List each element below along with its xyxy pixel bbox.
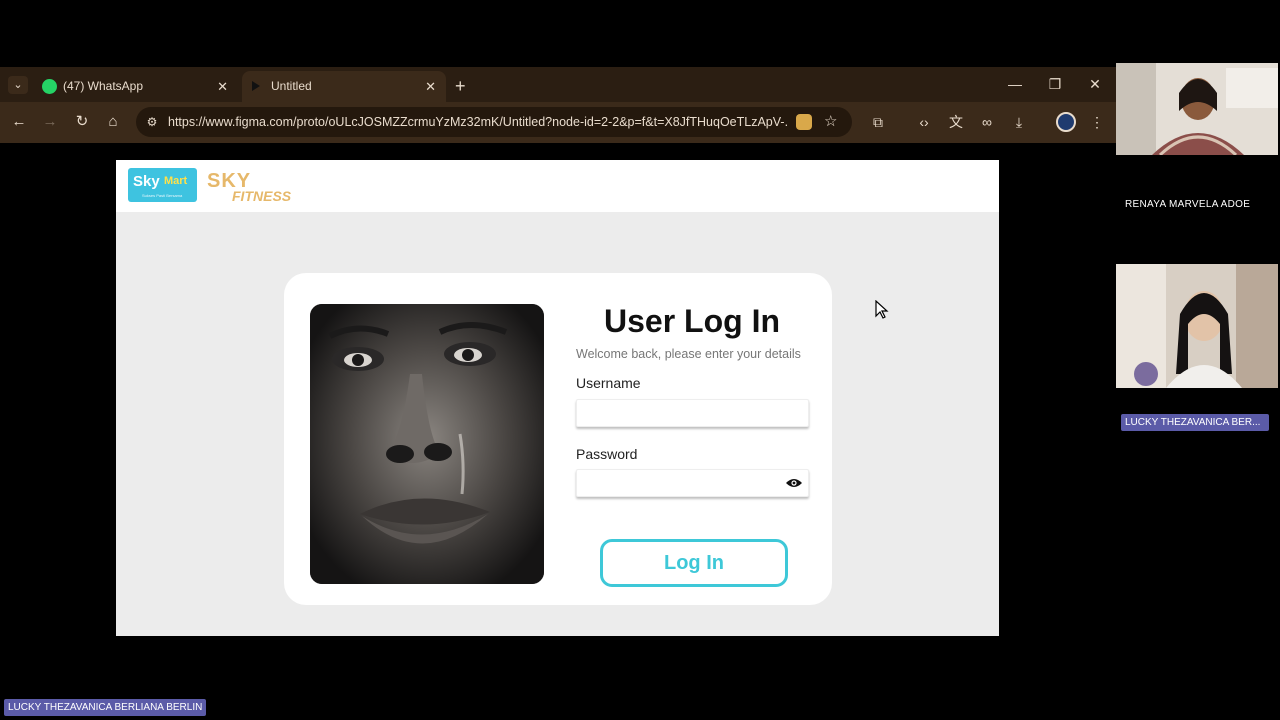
subtitle: Welcome back, please enter your details (576, 347, 801, 361)
site-info-icon[interactable]: ⚙ (144, 114, 160, 130)
tab-whatsapp[interactable]: (47) WhatsApp ✕ (34, 71, 238, 102)
username-input[interactable] (576, 399, 809, 427)
tab-untitled[interactable]: Untitled ✕ (242, 71, 446, 102)
browser-window: ⌄ (47) WhatsApp ✕ Untitled ✕ + — ❐ ✕ ← →… (0, 67, 1116, 143)
username-label: Username (576, 375, 641, 391)
forward-button[interactable]: → (38, 110, 62, 134)
window-close-button[interactable]: ✕ (1081, 71, 1109, 98)
close-icon[interactable]: ✕ (425, 71, 436, 102)
home-button[interactable]: ⌂ (101, 110, 125, 134)
browser-toolbar: ← → ↻ ⌂ ⚙ https://www.figma.com/proto/oU… (0, 102, 1116, 143)
figma-play-icon (252, 81, 260, 91)
participant-video-1 (1116, 63, 1278, 155)
link-icon[interactable]: ∞ (975, 110, 999, 134)
page-header: Sky Mart Sukses Pasti Bersama SKY FITNES… (116, 160, 999, 212)
tab-label: Untitled (271, 79, 312, 93)
face-photo (310, 304, 544, 584)
back-button[interactable]: ← (7, 110, 31, 134)
login-card: User Log In Welcome back, please enter y… (284, 273, 832, 605)
webcam-feed (1116, 264, 1278, 388)
mouse-cursor-icon (875, 300, 889, 319)
webcam-feed (1116, 63, 1278, 155)
menu-icon[interactable]: ⋮ (1085, 110, 1109, 134)
presenter-name-chip: LUCKY THEZAVANICA BERLIANA BERLIN (4, 699, 207, 716)
page-title: User Log In (603, 303, 780, 339)
tab-strip: ⌄ (47) WhatsApp ✕ Untitled ✕ + — ❐ ✕ (0, 67, 1116, 102)
skyfitness-logo: SKY FITNESS (207, 170, 291, 206)
address-bar[interactable]: ⚙ https://www.figma.com/proto/oULcJOSMZZ… (136, 107, 852, 137)
prototype-page: Sky Mart Sukses Pasti Bersama SKY FITNES… (116, 160, 999, 636)
tab-search-button[interactable]: ⌄ (8, 76, 28, 94)
tab-label: (47) WhatsApp (63, 79, 144, 93)
password-input[interactable] (576, 469, 809, 497)
hero-image (310, 304, 544, 584)
code-icon[interactable]: ‹› (912, 110, 936, 134)
logo-text: FITNESS (232, 188, 292, 204)
translate-icon[interactable]: 文 (944, 110, 968, 134)
restore-button[interactable]: ❐ (1041, 71, 1069, 98)
participant-name-chip: LUCKY THEZAVANICA BER... (1121, 414, 1269, 431)
reload-button[interactable]: ↻ (70, 110, 94, 134)
bookmark-star-icon[interactable]: ☆ (824, 107, 837, 137)
participant-video-2 (1116, 264, 1278, 388)
whatsapp-icon (42, 79, 57, 94)
login-button[interactable]: Log In (600, 539, 788, 587)
logo-text: Sky (133, 173, 160, 190)
password-label: Password (576, 446, 638, 462)
close-icon[interactable]: ✕ (217, 71, 228, 102)
url-text[interactable]: https://www.figma.com/proto/oULcJOSMZZcr… (168, 107, 788, 137)
participant-name: RENAYA MARVELA ADOE (1125, 199, 1251, 210)
download-icon[interactable]: ⤓ (1007, 110, 1031, 134)
minimize-button[interactable]: — (1001, 71, 1029, 98)
logo-text: Mart (164, 175, 188, 187)
eye-icon[interactable] (786, 477, 802, 489)
lens-icon[interactable] (796, 114, 812, 130)
profile-avatar[interactable] (1056, 112, 1076, 132)
extensions-icon[interactable]: ⧉ (866, 110, 890, 134)
new-tab-button[interactable]: + (455, 71, 466, 102)
skymart-logo: Sky Mart Sukses Pasti Bersama (128, 168, 197, 202)
logo-tagline: Sukses Pasti Bersama (142, 193, 183, 198)
